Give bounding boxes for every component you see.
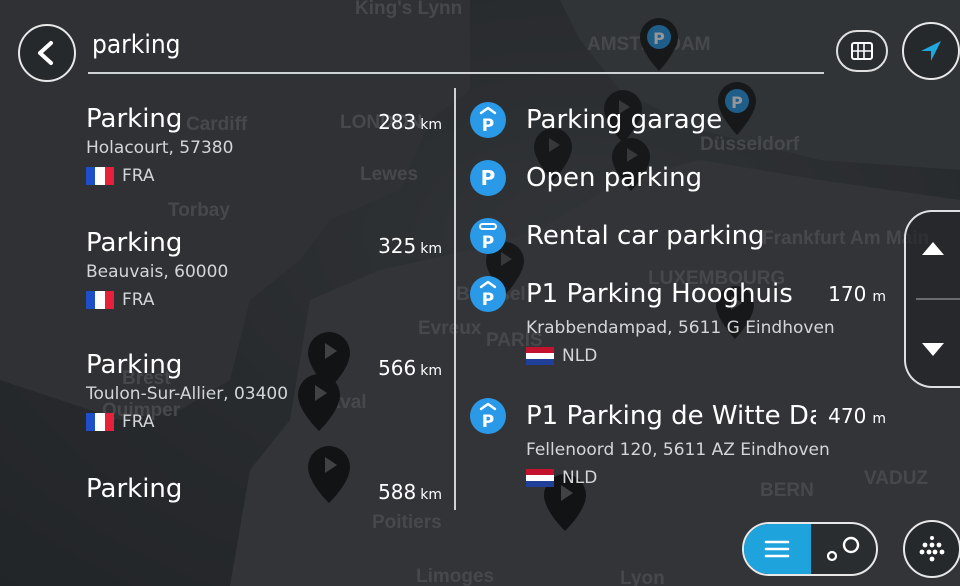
parking-garage-icon: P: [470, 276, 506, 312]
category-item-rental-car-parking[interactable]: P Rental car parking: [470, 216, 765, 256]
result-address: Beauvais, 60000: [86, 262, 229, 282]
search-result-item[interactable]: Parking 566 km Toulon-Sur-Allier, 03400 F…: [86, 350, 446, 432]
back-button[interactable]: [18, 24, 76, 82]
result-distance: 566 km: [378, 356, 442, 380]
keyboard-button[interactable]: [903, 520, 960, 578]
list-view-button[interactable]: [744, 524, 811, 574]
france-flag-icon: [86, 167, 114, 185]
poi-title: P1 Parking de Witte Dam: [526, 401, 816, 431]
poi-address: Krabbendampad, 5611 G Eindhoven: [526, 318, 835, 338]
result-distance: 325 km: [378, 234, 442, 258]
parking-garage-icon: P: [470, 398, 506, 434]
search-result-item[interactable]: Parking 588 km: [86, 474, 446, 504]
category-label: Rental car parking: [526, 221, 765, 251]
route-pins-icon: [827, 536, 860, 562]
result-address: Toulon-Sur-Allier, 03400: [86, 384, 289, 404]
poi-result-item[interactable]: P P1 Parking de Witte Dam 470m Fellenoor…: [470, 396, 890, 488]
map-icon: [851, 42, 873, 60]
poi-country: NLD: [526, 468, 890, 488]
svg-text:P: P: [482, 233, 494, 253]
result-country: FRA: [86, 290, 446, 310]
column-divider: [454, 88, 456, 510]
france-flag-icon: [86, 413, 114, 431]
keypad-icon: [919, 536, 945, 562]
map-view-toggle-button[interactable]: [836, 30, 888, 72]
scroll-control: [904, 210, 960, 388]
category-label: Parking garage: [526, 105, 723, 135]
scroll-up-button[interactable]: [906, 218, 960, 278]
result-distance: 588 km: [378, 480, 442, 504]
poi-country: NLD: [526, 346, 890, 366]
result-country: FRA: [86, 412, 446, 432]
search-result-item[interactable]: Parking 283 km Holacourt, 57380 FRA: [86, 104, 446, 186]
result-distance: 283 km: [378, 110, 442, 134]
category-item-parking-garage[interactable]: P Parking garage: [470, 100, 722, 140]
scroll-track[interactable]: [916, 298, 960, 300]
search-input[interactable]: parking: [88, 22, 824, 74]
poi-result-item[interactable]: P P1 Parking Hooghuis 170 m Krabbendampad…: [470, 274, 890, 366]
chevron-down-icon: [922, 343, 944, 356]
poi-address: Fellenoord 120, 5611 AZ Eindhoven: [526, 440, 830, 460]
map-pins-view-button[interactable]: [811, 524, 876, 574]
parking-garage-icon: P: [470, 102, 506, 138]
netherlands-flag-icon: [526, 469, 554, 487]
france-flag-icon: [86, 291, 114, 309]
netherlands-flag-icon: [526, 347, 554, 365]
open-parking-icon: P: [470, 160, 506, 196]
view-mode-toggle: [742, 522, 878, 576]
search-result-item[interactable]: Parking 325 km Beauvais, 60000 FRA: [86, 228, 446, 310]
rental-car-parking-icon: P: [470, 218, 506, 254]
chevron-up-icon: [922, 242, 944, 255]
svg-text:P: P: [482, 290, 494, 310]
list-icon: [765, 540, 790, 558]
result-address: Holacourt, 57380: [86, 138, 234, 158]
category-label: Open parking: [526, 163, 703, 193]
navigation-arrow-icon: [921, 41, 941, 61]
arrow-left-icon: [38, 41, 53, 65]
poi-distance: 170 m: [828, 282, 886, 306]
poi-distance: 470 m: [828, 404, 886, 428]
result-country: FRA: [86, 166, 446, 186]
scroll-down-button[interactable]: [906, 320, 960, 380]
svg-text:P: P: [482, 412, 494, 432]
category-item-open-parking[interactable]: P Open parking: [470, 158, 702, 198]
svg-text:P: P: [482, 116, 494, 136]
poi-title: P1 Parking Hooghuis: [526, 279, 793, 309]
current-location-button[interactable]: [902, 22, 960, 80]
